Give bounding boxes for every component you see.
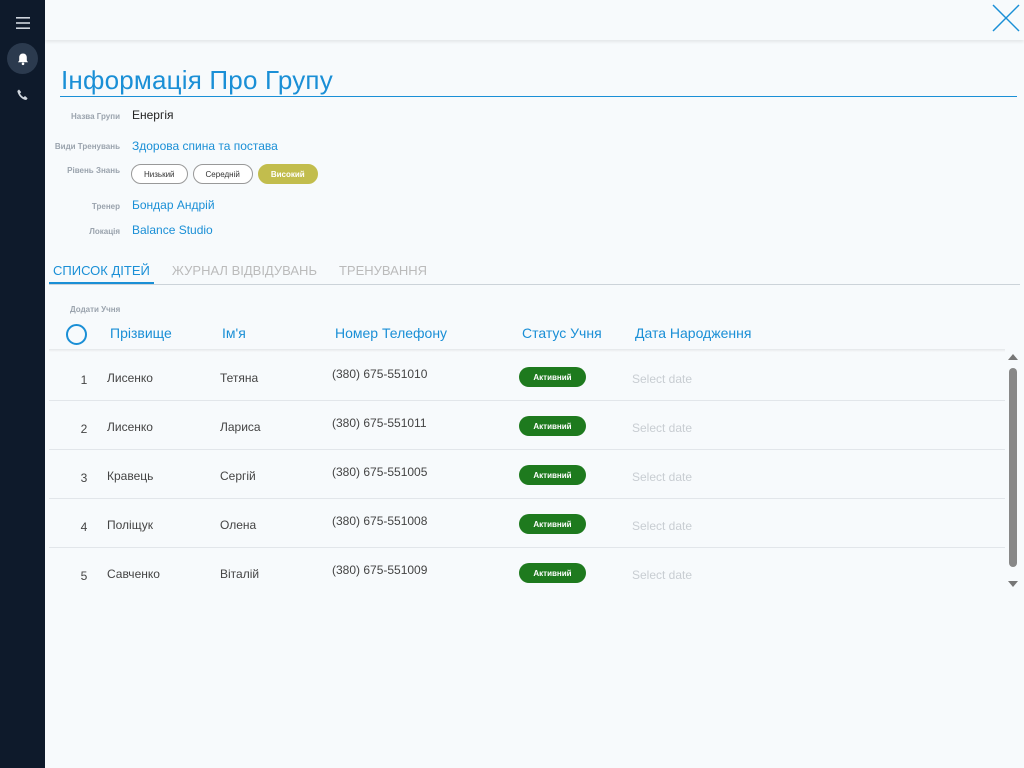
phone-cell: (380) 675-551009 <box>332 563 428 577</box>
birth-date-picker[interactable]: Select date <box>632 421 692 435</box>
birth-date-picker[interactable]: Select date <box>632 568 692 582</box>
tabs-divider <box>49 284 1020 285</box>
tab-attendance-log[interactable]: ЖУРНАЛ ВІДВІДУВАНЬ <box>168 262 321 284</box>
status-badge[interactable]: Активний <box>519 367 586 387</box>
column-header-last-name[interactable]: Прізвище <box>110 325 172 341</box>
table-row[interactable]: 3 Кравець Сергій (380) 675-551005 Активн… <box>49 450 1005 499</box>
last-name-cell: Поліщук <box>107 518 153 532</box>
level-low-button[interactable]: Низький <box>131 164 188 184</box>
top-bar <box>45 0 1024 40</box>
coach-link[interactable]: Бондар Андрій <box>132 198 215 212</box>
location-link[interactable]: Balance Studio <box>132 223 213 237</box>
row-number: 1 <box>80 373 88 387</box>
level-label: Рівень Знань <box>67 166 120 175</box>
tab-children-list[interactable]: СПИСОК ДІТЕЙ <box>49 262 154 284</box>
column-header-phone[interactable]: Номер Телефону <box>335 325 447 341</box>
birth-date-picker[interactable]: Select date <box>632 519 692 533</box>
group-name-value: Енергія <box>132 108 174 122</box>
bell-icon[interactable] <box>7 43 38 74</box>
status-badge[interactable]: Активний <box>519 514 586 534</box>
tab-trainings[interactable]: ТРЕНУВАННЯ <box>335 262 431 284</box>
level-selector: Низький Середній Високий <box>131 164 318 184</box>
scrollbar-thumb[interactable] <box>1009 368 1017 567</box>
row-number: 4 <box>80 520 88 534</box>
first-name-cell: Тетяна <box>220 371 259 385</box>
scroll-down-arrow-icon[interactable] <box>1008 581 1018 587</box>
select-all-checkbox[interactable] <box>66 324 87 345</box>
phone-cell: (380) 675-551008 <box>332 514 428 528</box>
phone-cell: (380) 675-551011 <box>332 416 427 430</box>
status-badge[interactable]: Активний <box>519 465 586 485</box>
status-badge[interactable]: Активний <box>519 563 586 583</box>
phone-cell: (380) 675-551010 <box>332 367 428 381</box>
last-name-cell: Кравець <box>107 469 154 483</box>
first-name-cell: Віталій <box>220 567 260 581</box>
column-header-status[interactable]: Статус Учня <box>522 325 602 341</box>
birth-date-picker[interactable]: Select date <box>632 372 692 386</box>
row-number: 3 <box>80 471 88 485</box>
training-types-link[interactable]: Здорова спина та постава <box>132 139 278 153</box>
coach-label: Тренер <box>91 202 120 211</box>
page-title: Інформація Про Групу <box>61 65 333 95</box>
first-name-cell: Лариса <box>220 420 261 434</box>
column-header-birth-date[interactable]: Дата Народження <box>635 325 751 341</box>
first-name-cell: Олена <box>220 518 257 532</box>
menu-icon[interactable] <box>7 7 38 38</box>
level-high-button[interactable]: Високий <box>257 164 318 184</box>
table-row[interactable]: 2 Лисенко Лариса (380) 675-551011 Активн… <box>49 401 1005 450</box>
tabs: СПИСОК ДІТЕЙ ЖУРНАЛ ВІДВІДУВАНЬ ТРЕНУВАН… <box>49 262 445 285</box>
table-row[interactable]: 1 Лисенко Тетяна (380) 675-551010 Активн… <box>49 352 1005 401</box>
last-name-cell: Лисенко <box>107 420 153 434</box>
column-header-first-name[interactable]: Ім'я <box>222 325 246 341</box>
table-row[interactable]: 5 Савченко Віталій (380) 675-551009 Акти… <box>49 548 1005 597</box>
last-name-cell: Лисенко <box>107 371 153 385</box>
phone-icon[interactable] <box>7 79 38 110</box>
scroll-up-arrow-icon[interactable] <box>1008 354 1018 360</box>
close-icon[interactable] <box>991 3 1021 33</box>
last-name-cell: Савченко <box>107 567 160 581</box>
location-label: Локація <box>89 227 120 236</box>
row-number: 5 <box>80 569 88 583</box>
row-number: 2 <box>80 422 88 436</box>
table-body: 1 Лисенко Тетяна (380) 675-551010 Активн… <box>49 352 1005 597</box>
first-name-cell: Сергій <box>220 469 256 483</box>
status-badge[interactable]: Активний <box>519 416 586 436</box>
title-underline <box>60 96 1017 97</box>
group-name-label: Назва Групи <box>71 112 120 121</box>
level-medium-button[interactable]: Середній <box>192 164 253 184</box>
training-types-label: Види Тренувань <box>54 142 120 151</box>
birth-date-picker[interactable]: Select date <box>632 470 692 484</box>
phone-cell: (380) 675-551005 <box>332 465 428 479</box>
add-student-link[interactable]: Додати Учня <box>70 305 120 314</box>
table-row[interactable]: 4 Поліщук Олена (380) 675-551008 Активни… <box>49 499 1005 548</box>
